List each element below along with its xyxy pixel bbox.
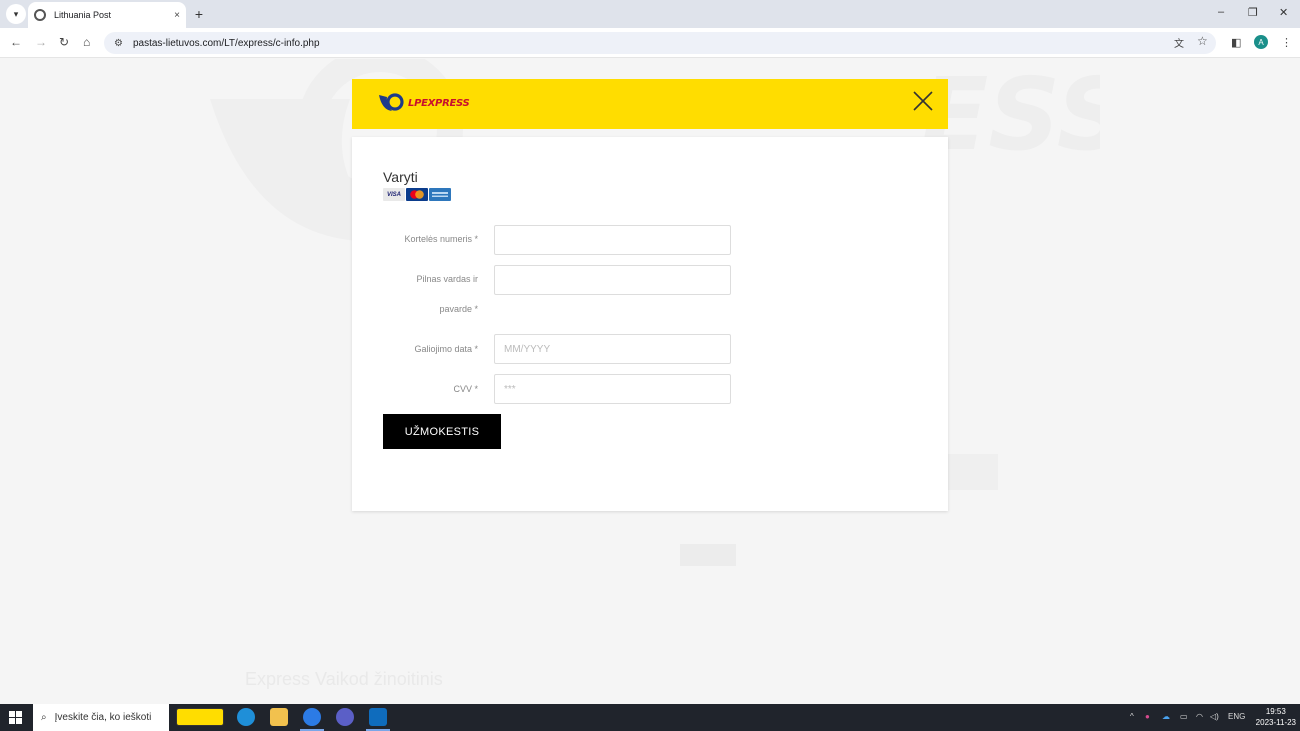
taskbar-clock[interactable]: 19:53 2023-11-23 — [1256, 706, 1296, 728]
payment-modal: Varyti VISA Kortelės numeris * Pilnas va… — [352, 137, 948, 511]
visa-card-icon: VISA — [383, 188, 405, 201]
reload-icon[interactable]: ↻ — [59, 35, 69, 49]
wifi-icon[interactable]: ◠ — [1196, 712, 1203, 721]
search-icon: ⌕ — [41, 712, 47, 723]
taskbar-search[interactable]: ⌕ Įveskite čia, ko ieškoti — [33, 704, 169, 731]
translate-icon[interactable]: 文 — [1174, 35, 1184, 50]
battery-icon[interactable]: ▭ — [1180, 712, 1188, 721]
expiry-date-input[interactable] — [494, 334, 731, 364]
globe-icon — [34, 9, 46, 21]
logo-text: LPEXPRESS — [408, 97, 470, 109]
bookmark-star-icon[interactable]: ☆ — [1197, 34, 1208, 48]
windows-start-icon[interactable] — [9, 711, 22, 724]
home-icon[interactable]: ⌂ — [83, 35, 90, 49]
teams-icon[interactable] — [336, 708, 354, 726]
edge-icon[interactable] — [237, 708, 255, 726]
address-bar[interactable]: ⚙ pastas-lietuvos.com/LT/express/c-info.… — [104, 32, 1216, 54]
language-indicator[interactable]: ENG — [1228, 712, 1245, 721]
close-window-button[interactable]: ✕ — [1279, 6, 1288, 19]
onedrive-icon[interactable]: ☁ — [1162, 712, 1170, 721]
volume-icon[interactable]: ◁) — [1210, 712, 1219, 721]
form-title: Varyti — [383, 169, 418, 185]
lpexpress-logo: LPEXPRESS — [378, 93, 470, 113]
minimize-button[interactable]: – — [1218, 6, 1224, 18]
cvv-input[interactable] — [494, 374, 731, 404]
card-number-label: Kortelės numeris * — [404, 234, 478, 244]
browser-toolbar: ← → ↻ ⌂ ⚙ pastas-lietuvos.com/LT/express… — [0, 28, 1300, 58]
lietuvos-pastas-app-icon[interactable] — [176, 708, 224, 726]
cvv-label: CVV * — [453, 384, 478, 394]
back-icon[interactable]: ← — [10, 35, 22, 49]
tab-search-button[interactable]: ▾ — [6, 4, 26, 24]
new-tab-button[interactable]: + — [190, 5, 208, 23]
clock-time: 19:53 — [1265, 707, 1286, 716]
full-name-input[interactable] — [494, 265, 731, 295]
profile-avatar[interactable]: A — [1254, 35, 1268, 49]
chrome-icon[interactable] — [303, 708, 321, 726]
accepted-cards: VISA — [383, 188, 451, 201]
pay-button[interactable]: UŽMOKESTIS — [383, 414, 501, 449]
restore-button[interactable]: ❐ — [1248, 6, 1258, 19]
clock-date: 2023-11-23 — [1255, 718, 1296, 727]
tray-chevron-icon[interactable]: ^ — [1130, 712, 1134, 721]
post-horn-icon — [379, 93, 404, 111]
outlook-icon[interactable] — [369, 708, 387, 726]
close-icon[interactable] — [912, 90, 934, 112]
file-explorer-icon[interactable] — [270, 708, 288, 726]
teams-tray-icon[interactable]: ● — [1145, 712, 1150, 721]
site-info-icon[interactable]: ⚙ — [114, 38, 123, 49]
menu-dots-icon[interactable]: ⋮ — [1281, 36, 1292, 49]
windows-taskbar: ⌕ Įveskite čia, ko ieškoti ^ ● ☁ ▭ ◠ ◁) … — [0, 704, 1300, 731]
full-name-label-line2: pavarde * — [439, 304, 478, 314]
full-name-label-line1: Pilnas vardas ir — [416, 274, 478, 284]
card-number-input[interactable] — [494, 225, 731, 255]
mastercard-icon — [406, 188, 428, 201]
browser-tab[interactable]: Lithuania Post × — [28, 2, 186, 28]
browser-tab-strip: ▾ Lithuania Post × + – ❐ ✕ — [0, 0, 1300, 28]
amex-card-icon — [429, 188, 451, 201]
background-heading: Express Vaikod žinoitinis — [245, 669, 443, 689]
url-text: pastas-lietuvos.com/LT/express/c-info.ph… — [132, 37, 320, 49]
tab-title: Lithuania Post — [54, 10, 112, 20]
taskbar-search-text: Įveskite čia, ko ieškoti — [54, 712, 152, 723]
background-button — [680, 544, 736, 566]
background-strip — [948, 454, 998, 490]
side-panel-icon[interactable]: ◧ — [1231, 36, 1241, 49]
tab-close-button[interactable]: × — [174, 10, 180, 21]
forward-icon[interactable]: → — [35, 35, 47, 49]
modal-header: LPEXPRESS — [352, 79, 948, 129]
expiry-date-label: Galiojimo data * — [414, 344, 478, 354]
